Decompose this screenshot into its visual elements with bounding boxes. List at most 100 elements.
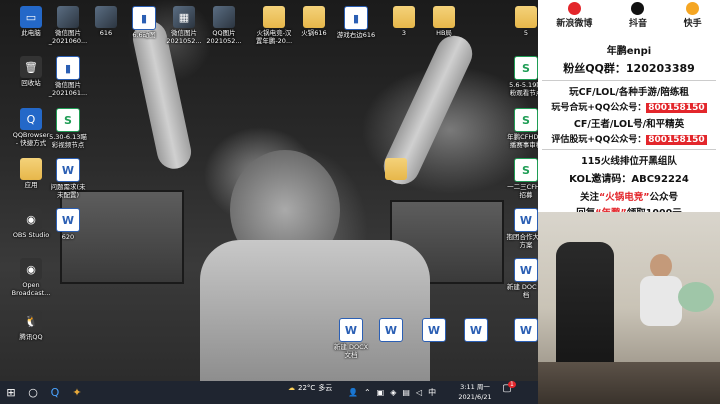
notification-count: 1 <box>508 381 516 388</box>
desktop-icon[interactable]: W <box>450 318 502 343</box>
desktop-icon[interactable]: ▮ 游戏右边616 <box>330 6 382 39</box>
social-link: 抖音 <box>629 2 647 38</box>
desktop-icon[interactable]: S5.6-5.19瞄 粉观看节点 <box>500 56 538 97</box>
social-label: 新浪微博 <box>556 19 593 29</box>
desktop-icon[interactable]: S年鹏CFHD直 播赛事审稿 <box>500 108 538 149</box>
promo-line-4: 评估股玩+QQ公众号： 800158150 <box>538 132 720 145</box>
weather-text: 多云 <box>318 384 333 392</box>
word-document-icon: W <box>56 158 80 182</box>
chevron-up-icon[interactable]: ⌃ <box>364 388 371 397</box>
desktop-icon[interactable]: W抱团合作大赛 方案 <box>500 208 538 249</box>
this-pc-icon: ▭ <box>20 6 42 28</box>
fan-group-label: 粉丝QQ群： <box>563 62 626 75</box>
windows-start-button[interactable]: ⊞ <box>0 381 22 404</box>
recycle-bin-icon: 🗑 <box>20 56 42 78</box>
open-broadcaster-icon: ◉ <box>20 258 42 280</box>
volume-icon[interactable]: ◁ <box>416 388 422 397</box>
promo-line-2-code: 800158150 <box>646 103 707 113</box>
weibo-icon <box>567 2 581 15</box>
kuaishou-icon <box>686 2 700 15</box>
file-icon: ▮ <box>132 6 156 30</box>
network-icon[interactable]: ▤ <box>402 388 410 397</box>
streamer-name: 年鹏enpi <box>606 46 652 57</box>
promo-line-3: CF/王者/LOL号/和平精英 <box>573 119 685 130</box>
desktop-icon[interactable]: W 问题需求(未 未配置) <box>42 158 94 199</box>
file-icon: ▮ <box>56 56 80 80</box>
ime-icon[interactable]: 中 <box>428 387 436 398</box>
desktop-icon[interactable]: W新建 DOC 文 档 <box>500 258 538 299</box>
desktop-icon-label: 5.30-6.13瞄 彩视频节点 <box>49 133 87 149</box>
tray-app-icon[interactable]: ◈ <box>390 388 396 397</box>
desktop-icon[interactable]: S一二三CFHD 招募 <box>500 158 538 199</box>
folder-icon <box>303 6 325 28</box>
qq-icon: 🐧 <box>20 310 42 332</box>
qr-image-icon: ▦ <box>173 6 195 28</box>
plush-toy <box>678 282 714 312</box>
social-link: 新浪微博 <box>556 2 592 38</box>
promo-line-1: 玩CF/LOL/各种手游/陪练租 <box>569 87 689 98</box>
word-document-icon: W <box>56 208 80 232</box>
weather-icon: ☁ <box>288 384 295 392</box>
folder-icon <box>385 158 407 180</box>
word-document-icon: W <box>379 318 403 342</box>
desktop-icon[interactable]: ▮ 微信图片 _2021061... <box>42 56 94 97</box>
tray-app-icon[interactable]: ▣ <box>377 388 385 397</box>
promo-line-2: 玩号合玩+QQ公众号： 800158150 <box>538 100 720 113</box>
folder-icon <box>433 6 455 28</box>
desktop-icon[interactable]: 🐧 腾讯QQ <box>5 310 57 341</box>
promo-line-6-code: ABC92224 <box>631 174 689 185</box>
desktop-icon-label: 新建 DOCX 文档 <box>333 343 369 359</box>
desktop-icon-label: 腾讯QQ <box>19 333 43 341</box>
desktop-icon[interactable]: W 620 <box>42 208 94 241</box>
desktop-icon-label: 新建 DOC 文 档 <box>506 283 537 299</box>
social-links: 新浪微博 抖音 快手 <box>538 0 720 38</box>
promo-line-6: KOL邀请码：ABC92224 <box>538 170 720 185</box>
desktop-icon[interactable]: HB局 <box>418 6 470 37</box>
desktop-icon-label: HB局 <box>436 29 452 37</box>
search-button[interactable]: ○ <box>22 381 44 404</box>
desktop-wallpaper: ▭ 此电脑 微信图片 _2021060... 616 ▮ 6.6动图 ▦ 微信图片 20210… <box>0 0 538 381</box>
promo-line-2-prefix: 玩号合玩+QQ公众号： <box>551 103 647 113</box>
desktop-icon[interactable]: S 5.30-6.13瞄 彩视频节点 <box>42 108 94 149</box>
webcam-feed <box>538 212 720 404</box>
desktop-icon[interactable]: 5 <box>500 6 538 37</box>
desk <box>538 362 720 404</box>
desktop-icon-label: 5 <box>523 29 529 37</box>
social-link: 快手 <box>684 2 702 38</box>
qqbrowser-icon: Q <box>20 108 42 130</box>
folder-icon <box>393 6 415 28</box>
social-label: 抖音 <box>628 19 647 29</box>
word-document-icon: W <box>514 258 538 282</box>
word-document-icon: W <box>339 318 363 342</box>
promo-line-7-c: 公众号 <box>649 192 679 203</box>
system-tray: 👤 ⌃ ▣ ◈ ▤ ◁ 中 <box>345 381 439 404</box>
promo-line-5: 115火线排位开黑组队 <box>581 156 677 167</box>
wallpaper-body <box>200 240 430 381</box>
desktop-icon-label: 游戏右边616 <box>336 31 376 39</box>
desktop-icon[interactable] <box>370 158 422 181</box>
desktop-icon[interactable]: W <box>500 318 538 343</box>
streamer-head <box>650 254 672 278</box>
game-taskbar-icon[interactable]: ✦ <box>66 381 88 404</box>
desktop-icon-label: 抱团合作大赛 方案 <box>506 233 539 249</box>
file-icon: ▮ <box>344 6 368 30</box>
desktop-icon-label: 年鹏CFHD直 播赛事审稿 <box>507 133 538 149</box>
word-document-icon: W <box>514 318 538 342</box>
desktop-icon[interactable]: QQ图片 2021052... <box>198 6 250 45</box>
douyin-icon <box>631 2 645 15</box>
desktop-icon[interactable]: ◉ Open Broadcast... <box>5 258 57 297</box>
desktop-icon-label: Open Broadcast... <box>11 281 51 297</box>
obs-studio-icon: ◉ <box>20 208 42 230</box>
clock-date: 2021/6/21 <box>458 393 492 401</box>
qqbrowser-taskbar-icon[interactable]: Q <box>44 381 66 404</box>
image-file-icon <box>95 6 117 28</box>
image-file-icon <box>213 6 235 28</box>
word-document-icon: W <box>464 318 488 342</box>
taskbar-clock[interactable]: 3:11 周一 2021/6/21 <box>452 382 498 402</box>
people-icon[interactable]: 👤 <box>348 388 358 397</box>
spreadsheet-icon: S <box>514 158 538 182</box>
desktop-icon-label: QQ图片 2021052... <box>206 29 242 45</box>
weather-widget[interactable]: ☁ 22°C 多云 <box>288 383 332 393</box>
notification-icon[interactable]: ▢ 1 <box>500 381 516 397</box>
spreadsheet-icon: S <box>514 108 538 132</box>
